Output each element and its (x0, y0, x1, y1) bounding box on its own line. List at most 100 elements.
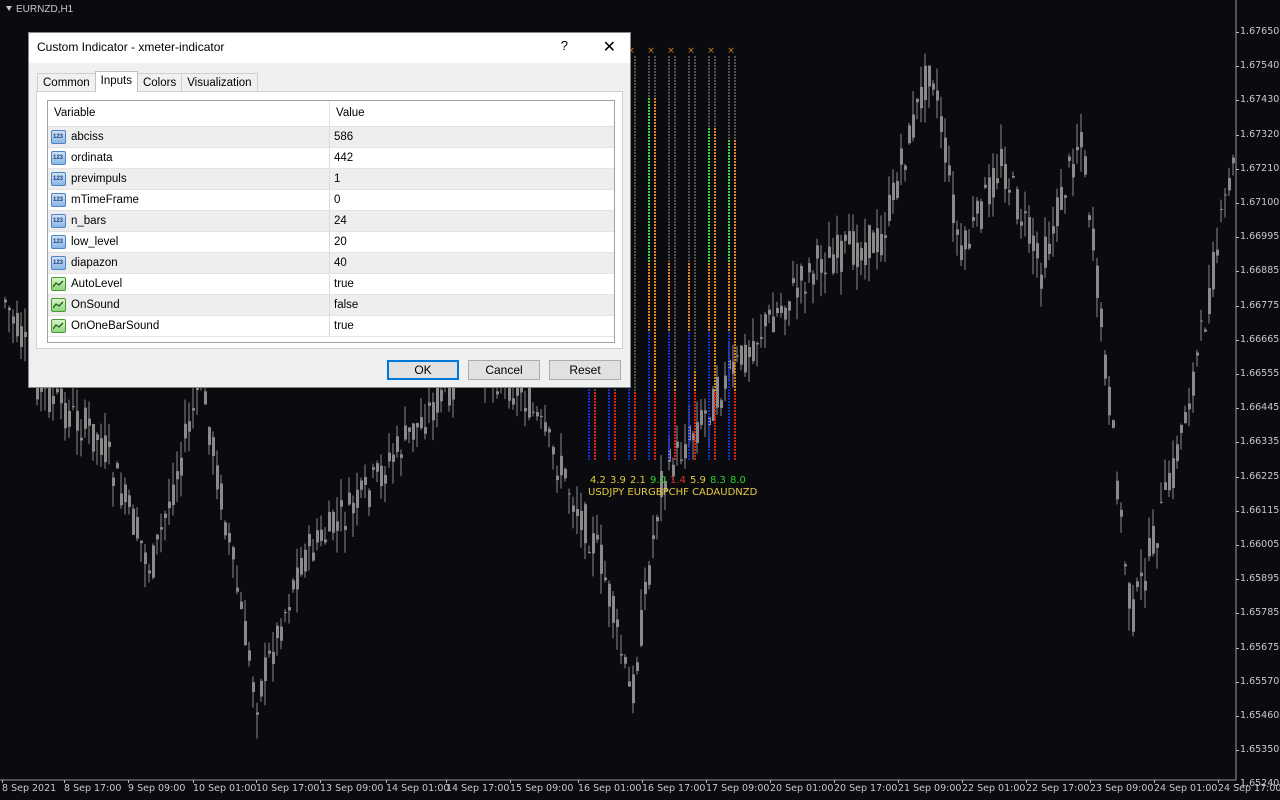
meter-cell (688, 143, 690, 145)
table-row[interactable]: AutoLevel true (48, 274, 614, 295)
param-value[interactable]: 1 (330, 169, 340, 189)
table-row[interactable]: mTimeFrame0 (48, 190, 614, 211)
meter-cell (694, 170, 696, 172)
candle-body (276, 625, 279, 639)
meter-cell (628, 458, 630, 460)
meter-cell (728, 341, 730, 343)
meter-cell (674, 107, 676, 109)
tab-inputs[interactable]: Inputs (94, 71, 138, 92)
param-value[interactable]: 20 (330, 232, 347, 252)
meter-cell (688, 323, 690, 325)
param-value[interactable]: 442 (330, 148, 353, 168)
meter-cell (634, 140, 636, 142)
table-row[interactable]: n_bars24 (48, 211, 614, 232)
price-axis: 1.67650 1.67540 1.67430 1.67320 1.67210 1.671… (1236, 0, 1280, 789)
meter-cell (714, 353, 716, 355)
param-value[interactable]: true (330, 316, 354, 336)
meter-cell (728, 164, 730, 166)
meter-cell (708, 239, 710, 241)
column-value[interactable]: Value (330, 101, 365, 126)
meter-cell (688, 59, 690, 61)
meter-cell (668, 338, 670, 340)
meter-cell (648, 209, 650, 211)
meter-cell (654, 359, 656, 361)
table-row[interactable]: low_level20 (48, 232, 614, 253)
param-value[interactable]: 24 (330, 211, 347, 231)
meter-cell (668, 59, 670, 61)
candle-body (1016, 189, 1019, 220)
meter-cell (654, 65, 656, 67)
meter-cell (708, 170, 710, 172)
candle-body (1000, 148, 1003, 166)
reset-button[interactable]: Reset (549, 360, 621, 380)
meter-cell (708, 416, 710, 418)
param-value[interactable]: false (330, 295, 358, 315)
meter-cell (694, 263, 696, 265)
meter-cell (708, 407, 710, 409)
meter-cell (674, 140, 676, 142)
meter-cell (714, 89, 716, 91)
param-value[interactable]: 40 (330, 253, 347, 273)
meter-cell (634, 386, 636, 388)
tab-visualization[interactable]: Visualization (181, 73, 258, 92)
candle-body (756, 342, 759, 345)
meter-cell (728, 155, 730, 157)
meter-cell (634, 239, 636, 241)
meter-cell (608, 443, 610, 445)
param-name-cell: n_bars (48, 211, 330, 231)
column-variable[interactable]: Variable (48, 101, 330, 126)
meter-cell (734, 344, 736, 346)
meter-cell (654, 170, 656, 172)
meter-cell (714, 221, 716, 223)
dialog-title-bar[interactable]: Custom Indicator - xmeter-indicator ? ✕ (29, 33, 630, 63)
meter-cell (714, 326, 716, 328)
meter-cell (674, 266, 676, 268)
candle-body (1140, 572, 1143, 577)
currency-strength-value: 2.1 (630, 475, 646, 486)
meter-cell (648, 323, 650, 325)
price-label: 1.66885 (1240, 265, 1280, 277)
param-value[interactable]: 0 (330, 190, 340, 210)
price-label: 1.66115 (1240, 504, 1280, 516)
meter-cell (668, 362, 670, 364)
meter-cell (688, 263, 690, 265)
ok-button[interactable]: OK (387, 360, 459, 380)
table-row[interactable]: OnOneBarSound true (48, 316, 614, 337)
candle-body (436, 387, 439, 413)
meter-cell (634, 431, 636, 433)
meter-cell (634, 236, 636, 238)
price-label: 1.67540 (1240, 60, 1280, 72)
meter-cell (634, 167, 636, 169)
table-row[interactable]: OnSound false (48, 295, 614, 316)
meter-cell (634, 80, 636, 82)
meter-cell (734, 59, 736, 61)
meter-cell (668, 137, 670, 139)
meter-cell (654, 443, 656, 445)
param-value[interactable]: true (330, 274, 354, 294)
table-row[interactable]: abciss586 (48, 127, 614, 148)
dropdown-triangle-icon[interactable] (6, 6, 12, 11)
meter-cell (648, 356, 650, 358)
param-value[interactable]: 586 (330, 127, 353, 147)
candle-body (372, 467, 375, 470)
meter-cell (654, 224, 656, 226)
candle-body (724, 375, 727, 389)
meter-cell (614, 431, 616, 433)
meter-cell (728, 206, 730, 208)
symbol-label: EURNZD,H1 (6, 4, 73, 15)
tab-colors[interactable]: Colors (136, 73, 183, 92)
meter-cell (594, 401, 596, 403)
table-row[interactable]: ordinata442 (48, 148, 614, 169)
close-icon[interactable]: ✕ (603, 37, 616, 57)
meter-cell (668, 437, 670, 439)
table-row[interactable]: previmpuls1 (48, 169, 614, 190)
table-row[interactable]: diapazon40 (48, 253, 614, 274)
tab-common[interactable]: Common (37, 73, 96, 92)
meter-cell (688, 422, 690, 424)
candle-body (648, 565, 651, 585)
meter-cell (694, 416, 696, 418)
meter-cell (714, 455, 716, 457)
help-button[interactable]: ? (561, 38, 568, 53)
cancel-button[interactable]: Cancel (468, 360, 540, 380)
candle-body (336, 521, 339, 531)
